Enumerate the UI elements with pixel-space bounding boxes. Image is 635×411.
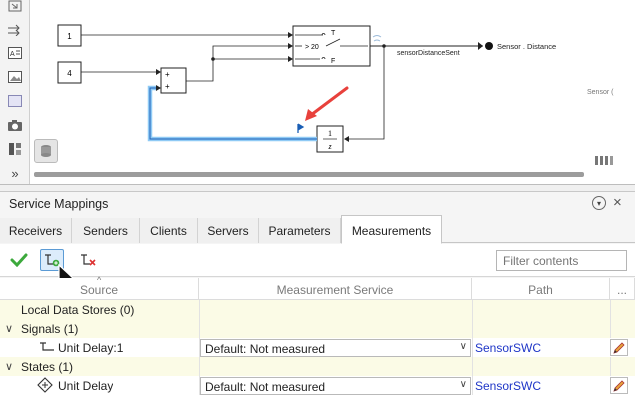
sum-sign-2: +: [165, 82, 170, 91]
remove-signal-icon: [81, 254, 96, 266]
sort-ascending-icon: ^: [97, 275, 102, 285]
expand-palette-icon[interactable]: »: [6, 165, 24, 181]
chevron-down-icon[interactable]: ∨: [5, 322, 13, 335]
model-canvas-area: A » 1 4 + + T > 20 F sensorDistanceSent …: [0, 0, 635, 185]
panel-menu-icon[interactable]: ▾: [592, 196, 606, 210]
table-row[interactable]: Unit Delay:1 Default: Not measured ∨ Sen…: [0, 338, 635, 357]
group-label: Signals (1): [21, 322, 79, 336]
table-row[interactable]: Unit Delay Default: Not measured ∨ Senso…: [0, 376, 635, 395]
close-icon[interactable]: ×: [613, 194, 622, 211]
partial-sensor-label: Sensor (: [587, 89, 614, 96]
outport-dot[interactable]: [485, 42, 493, 50]
pencil-icon: [613, 341, 625, 354]
panel-header: Service Mappings ▾ ×: [0, 192, 635, 216]
zoom-fit-icon[interactable]: [6, 0, 24, 14]
switch-port-threshold: > 20: [305, 44, 319, 51]
chevron-down-icon[interactable]: ∨: [5, 360, 13, 373]
grid-view-icon[interactable]: [595, 156, 613, 165]
filter-input[interactable]: [496, 250, 627, 271]
checkmark-icon: [10, 253, 28, 267]
mapping-tabs: Receivers Senders Clients Servers Parame…: [0, 215, 635, 244]
source-cell: Unit Delay: [58, 379, 114, 393]
tab-receivers[interactable]: Receivers: [0, 218, 72, 243]
horizontal-scrollbar[interactable]: [34, 172, 584, 177]
measurement-service-dropdown[interactable]: Default: Not measured ∨: [200, 339, 471, 357]
group-row-signals[interactable]: ∨ Signals (1): [0, 319, 635, 338]
switch-port-f: F: [331, 58, 335, 65]
arrows-icon[interactable]: [6, 22, 24, 38]
sum-sign-1: +: [165, 70, 170, 79]
chevron-down-icon: ∨: [459, 341, 467, 352]
red-pointer-arrow: [309, 86, 349, 117]
svg-text:A: A: [10, 51, 15, 58]
state-icon: [37, 377, 53, 393]
unit-delay-numerator: 1: [328, 129, 332, 138]
database-icon[interactable]: [34, 139, 58, 163]
model-browser-icon[interactable]: [6, 141, 24, 157]
service-mappings-panel: Service Mappings ▾ × Receivers Senders C…: [0, 191, 635, 411]
switch-port-t: T: [331, 30, 336, 37]
measurement-flag-icon[interactable]: [297, 123, 305, 133]
mapping-toolbar: [0, 244, 635, 277]
measurement-service-dropdown[interactable]: Default: Not measured ∨: [200, 377, 471, 395]
column-header-path[interactable]: Path: [472, 278, 610, 300]
block-palette: A »: [0, 0, 30, 185]
path-link[interactable]: SensorSWC: [475, 376, 541, 395]
area-icon[interactable]: [6, 93, 24, 109]
chevron-down-icon: ∨: [459, 379, 467, 390]
constant-1-value: 1: [67, 32, 72, 41]
group-label: Local Data Stores (0): [21, 303, 135, 317]
group-label: States (1): [21, 360, 74, 374]
validate-button[interactable]: [7, 249, 31, 271]
constant-4-value: 4: [67, 69, 72, 78]
camera-icon[interactable]: [6, 117, 24, 133]
tab-measurements[interactable]: Measurements: [341, 215, 442, 244]
measurement-mapping-table: Source ^ Measurement Service Path ... Lo…: [0, 275, 635, 411]
group-row-local-data-stores[interactable]: Local Data Stores (0): [0, 300, 635, 319]
column-header-source[interactable]: Source ^: [0, 275, 199, 300]
group-row-states[interactable]: ∨ States (1): [0, 357, 635, 376]
simulink-diagram: 1 4 + + T > 20 F sensorDistanceSent Sens…: [57, 24, 614, 165]
source-cell: Unit Delay:1: [58, 341, 124, 355]
tab-parameters[interactable]: Parameters: [259, 218, 341, 243]
tab-servers[interactable]: Servers: [198, 218, 259, 243]
remove-mapping-button[interactable]: [76, 249, 100, 271]
tab-senders[interactable]: Senders: [72, 218, 140, 243]
pencil-icon: [613, 379, 625, 392]
outport-label: Sensor . Distance: [497, 42, 556, 51]
column-header-more[interactable]: ...: [610, 278, 635, 300]
signal-name-label: sensorDistanceSent: [397, 50, 460, 57]
tab-clients[interactable]: Clients: [140, 218, 198, 243]
signal-icon: [40, 342, 54, 351]
signal-wave-icon: [372, 35, 382, 42]
annotation-icon[interactable]: A: [6, 45, 24, 61]
highlighted-signal-line[interactable]: [147, 85, 317, 142]
image-icon[interactable]: [6, 69, 24, 85]
edit-button[interactable]: [610, 339, 628, 356]
edit-button[interactable]: [610, 377, 628, 394]
column-header-measurement-service[interactable]: Measurement Service: [199, 278, 472, 300]
panel-title: Service Mappings: [9, 197, 109, 211]
path-link[interactable]: SensorSWC: [475, 338, 541, 357]
